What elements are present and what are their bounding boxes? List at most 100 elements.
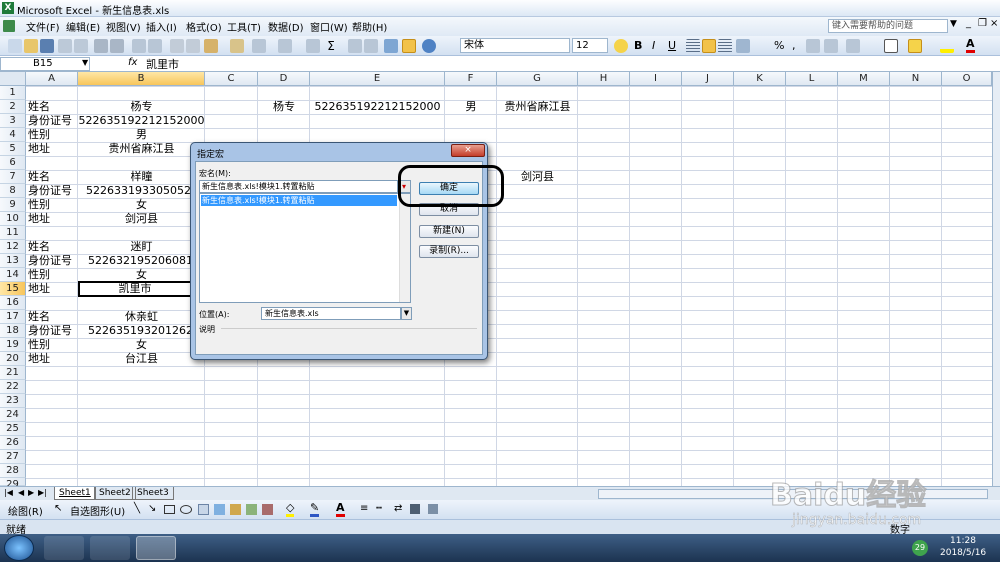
indent-icon[interactable] xyxy=(846,39,860,53)
cell-a18[interactable]: 身份证号 xyxy=(28,324,72,338)
decrease-decimal-icon[interactable] xyxy=(824,39,838,53)
merge-center-icon[interactable] xyxy=(736,39,750,53)
row-header[interactable]: 12 xyxy=(0,240,26,254)
tab-sheet1[interactable]: Sheet1 xyxy=(54,487,96,500)
row-header[interactable]: 11 xyxy=(0,226,26,240)
ie-taskbar-icon[interactable] xyxy=(44,536,84,560)
cell-b4[interactable]: 男 xyxy=(78,128,205,142)
undo-icon[interactable] xyxy=(252,39,266,53)
cell-b20[interactable]: 台江县 xyxy=(78,352,205,366)
cell-f2[interactable]: 男 xyxy=(445,100,497,114)
macro-list-item[interactable]: 新生信息表.xls!模块1.转置粘贴 xyxy=(201,195,397,206)
arrow-icon[interactable]: ↘ xyxy=(148,503,156,514)
autoshapes-menu[interactable]: 自选图形(U) xyxy=(70,503,125,518)
autosum-icon[interactable]: Σ xyxy=(324,39,338,53)
cell-b17[interactable]: 休亲虹 xyxy=(78,310,205,324)
draw-menu[interactable]: 绘图(R) xyxy=(8,503,43,518)
record-button[interactable]: 录制(R)... xyxy=(419,245,479,258)
shadow-icon[interactable] xyxy=(410,504,420,514)
cell-b9[interactable]: 女 xyxy=(78,198,205,212)
cell-g7[interactable]: 剑河县 xyxy=(497,170,578,184)
italic-button[interactable]: I xyxy=(652,39,655,52)
research-icon[interactable] xyxy=(148,39,162,53)
cell-b7[interactable]: 样瞳 xyxy=(78,170,205,184)
cell-b19[interactable]: 女 xyxy=(78,338,205,352)
clipart-icon[interactable] xyxy=(246,504,257,515)
column-header-b[interactable]: B xyxy=(78,72,205,86)
column-header-a[interactable]: A xyxy=(26,72,78,86)
picture-icon[interactable] xyxy=(262,504,273,515)
macro-name-input[interactable]: 新生信息表.xls!模块1.转置粘贴 xyxy=(199,180,403,193)
row-header[interactable]: 25 xyxy=(0,422,26,436)
row-header[interactable]: 20 xyxy=(0,352,26,366)
cell-g2[interactable]: 贵州省麻江县 xyxy=(497,100,578,114)
hyperlink-icon[interactable] xyxy=(306,39,320,53)
underline-button[interactable]: U xyxy=(668,39,676,52)
fx-icon[interactable]: fx xyxy=(128,57,137,68)
wordart-icon[interactable] xyxy=(214,504,225,515)
column-header-c[interactable]: C xyxy=(205,72,258,86)
column-header-g[interactable]: G xyxy=(497,72,578,86)
cell-a2[interactable]: 姓名 xyxy=(28,100,50,114)
print-icon[interactable] xyxy=(94,39,108,53)
menu-edit[interactable]: 编辑(E) xyxy=(66,19,100,34)
select-all-corner[interactable] xyxy=(0,72,26,86)
smiley-icon[interactable] xyxy=(614,39,628,53)
fill-color-draw-icon[interactable]: ◇ xyxy=(286,502,295,517)
row-header[interactable]: 28 xyxy=(0,464,26,478)
cell-a5[interactable]: 地址 xyxy=(28,142,50,156)
location-select[interactable]: 新生信息表.xls xyxy=(261,307,401,320)
row-header[interactable]: 5 xyxy=(0,142,26,156)
cell-b5[interactable]: 贵州省麻江县 xyxy=(78,142,205,156)
tab-sheet3[interactable]: Sheet3 xyxy=(132,487,174,500)
font-size-select[interactable]: 12 xyxy=(572,38,608,53)
column-header-i[interactable]: I xyxy=(630,72,682,86)
line-style-icon[interactable]: ≡ xyxy=(360,503,368,514)
vertical-scrollbar[interactable] xyxy=(992,72,1000,486)
row-header[interactable]: 8 xyxy=(0,184,26,198)
close-icon[interactable]: × xyxy=(990,18,998,29)
row-header[interactable]: 29 xyxy=(0,478,26,490)
menu-view[interactable]: 视图(V) xyxy=(106,19,141,34)
permission-icon[interactable] xyxy=(58,39,72,53)
print-preview-icon[interactable] xyxy=(110,39,124,53)
row-header[interactable]: 17 xyxy=(0,310,26,324)
tab-sheet2[interactable]: Sheet2 xyxy=(94,487,136,500)
cell-a3[interactable]: 身份证号 xyxy=(28,114,72,128)
help-dropdown-icon[interactable]: ▼ xyxy=(950,19,957,29)
row-header[interactable]: 2 xyxy=(0,100,26,114)
cell-a15[interactable]: 地址 xyxy=(28,282,50,296)
row-header[interactable]: 23 xyxy=(0,394,26,408)
row-header[interactable]: 3 xyxy=(0,114,26,128)
cell-b8[interactable]: 522633193305052000 xyxy=(86,184,190,198)
row-header[interactable]: 1 xyxy=(0,86,26,100)
dash-style-icon[interactable]: ┅ xyxy=(376,503,382,514)
menu-tools[interactable]: 工具(T) xyxy=(227,19,261,34)
start-button[interactable] xyxy=(4,535,34,561)
cell-a9[interactable]: 性别 xyxy=(28,198,50,212)
email-icon[interactable] xyxy=(74,39,88,53)
comma-button[interactable]: , xyxy=(792,39,796,52)
cell-b10[interactable]: 剑河县 xyxy=(78,212,205,226)
borders-icon[interactable] xyxy=(884,39,898,53)
new-button[interactable]: 新建(N) xyxy=(419,225,479,238)
row-header[interactable]: 10 xyxy=(0,212,26,226)
row-header[interactable]: 15 xyxy=(0,282,26,296)
help-icon[interactable] xyxy=(422,39,436,53)
arrow-style-icon[interactable]: ⇄ xyxy=(394,503,402,514)
diagram-icon[interactable] xyxy=(230,504,241,515)
menu-file[interactable]: 文件(F) xyxy=(26,19,60,34)
cell-a7[interactable]: 姓名 xyxy=(28,170,50,184)
row-header[interactable]: 19 xyxy=(0,338,26,352)
increase-decimal-icon[interactable] xyxy=(806,39,820,53)
fill-color-icon[interactable] xyxy=(940,39,954,53)
row-header[interactable]: 27 xyxy=(0,450,26,464)
cell-a4[interactable]: 性别 xyxy=(28,128,50,142)
drawing-icon[interactable] xyxy=(402,39,416,53)
line-icon[interactable]: ╲ xyxy=(134,503,140,514)
cell-a17[interactable]: 姓名 xyxy=(28,310,50,324)
column-header-f[interactable]: F xyxy=(445,72,497,86)
cell-b14[interactable]: 女 xyxy=(78,268,205,282)
menu-format[interactable]: 格式(O) xyxy=(186,19,222,34)
fill-color-highlight-icon[interactable] xyxy=(908,39,922,53)
